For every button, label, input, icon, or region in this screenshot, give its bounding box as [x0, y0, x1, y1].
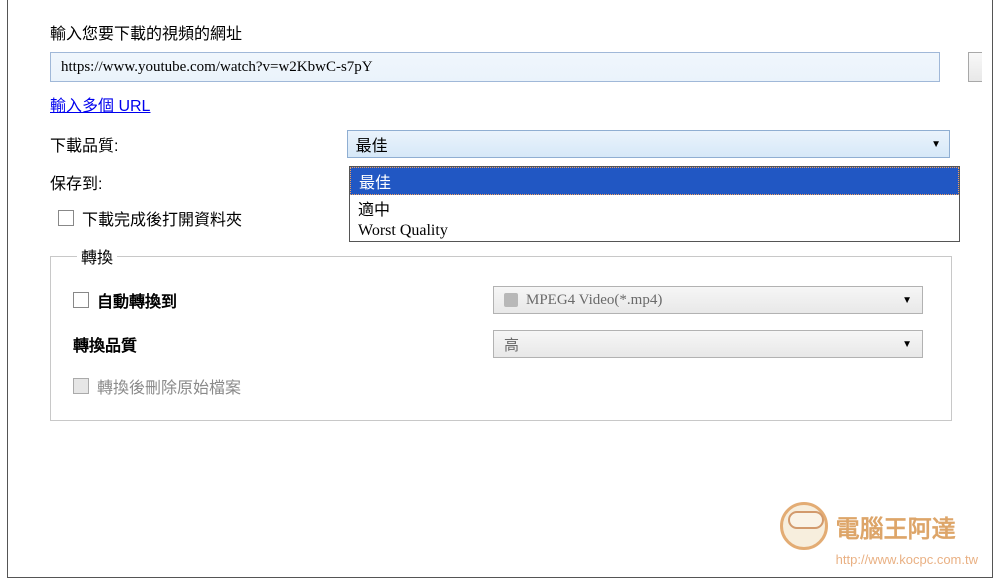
format-select-value: MPEG4 Video(*.mp4)	[526, 292, 662, 309]
watermark-text: 電腦王阿達	[836, 509, 956, 544]
convert-quality-value: 高	[504, 334, 519, 355]
format-select[interactable]: MPEG4 Video(*.mp4) ▼	[493, 286, 923, 314]
open-folder-checkbox[interactable]	[58, 210, 74, 226]
chevron-down-icon: ▼	[902, 295, 912, 306]
watermark-url: http://www.kocpc.com.tw	[836, 552, 978, 567]
delete-original-checkbox	[73, 378, 89, 394]
convert-quality-select[interactable]: 高 ▼	[493, 330, 923, 358]
convert-quality-label: 轉換品質	[73, 332, 137, 356]
convert-legend: 轉換	[77, 244, 117, 268]
auto-convert-label: 自動轉換到	[97, 288, 177, 312]
delete-original-label: 轉換後刪除原始檔案	[97, 374, 241, 398]
watermark-face-icon	[780, 502, 828, 550]
quality-option-worst[interactable]: Worst Quality	[350, 221, 959, 241]
open-folder-label: 下載完成後打開資料夾	[82, 206, 242, 230]
chevron-down-icon: ▼	[902, 339, 912, 350]
file-icon	[504, 293, 518, 307]
quality-label: 下載品質:	[50, 132, 347, 156]
url-label: 輸入您要下載的視頻的網址	[50, 20, 950, 44]
chevron-down-icon: ▼	[931, 139, 941, 150]
multiple-url-link[interactable]: 輸入多個 URL	[50, 92, 150, 116]
convert-fieldset: 轉換 自動轉換到 MPEG4 Video(*.mp4) ▼ 轉換品質 高 ▼	[50, 244, 952, 421]
url-input[interactable]	[50, 52, 940, 82]
quality-select[interactable]: 最佳 ▼	[347, 130, 950, 158]
quality-option-medium[interactable]: 適中	[350, 195, 959, 221]
quality-dropdown-list: 最佳 適中 Worst Quality	[349, 166, 960, 242]
save-to-label: 保存到:	[50, 170, 350, 194]
watermark: 電腦王阿達 http://www.kocpc.com.tw	[780, 502, 978, 567]
quality-option-best[interactable]: 最佳	[350, 167, 959, 195]
quality-select-value: 最佳	[356, 132, 388, 156]
url-side-button[interactable]	[968, 52, 982, 82]
auto-convert-checkbox[interactable]	[73, 292, 89, 308]
